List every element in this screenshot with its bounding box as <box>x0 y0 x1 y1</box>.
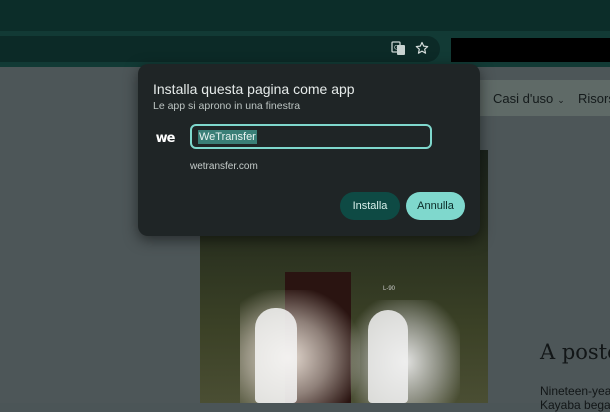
address-bar[interactable] <box>0 36 440 62</box>
dialog-title: Installa questa pagina come app <box>153 81 355 97</box>
install-button[interactable]: Installa <box>340 192 400 220</box>
app-url: wetransfer.com <box>190 161 258 172</box>
nav-item-label: Risors <box>578 91 610 106</box>
bookmark-star-icon[interactable] <box>413 39 431 57</box>
photo-figure <box>255 308 297 403</box>
app-name-input[interactable]: WeTransfer <box>190 124 432 149</box>
app-name-value: WeTransfer <box>198 129 257 144</box>
nav-item-label: Casi d'uso <box>493 91 554 106</box>
install-app-dialog: Installa questa pagina come app Le app s… <box>138 64 480 236</box>
article-headline: A poste <box>540 340 610 364</box>
wetransfer-logo-icon: we <box>152 129 178 147</box>
redacted-area <box>451 38 610 62</box>
article-body: Nineteen-year Kayaba bega <box>540 384 610 412</box>
dialog-subtitle: Le app si aprono in una finestra <box>153 100 301 112</box>
nav-item-casi-duso[interactable]: Casi d'uso ⌄ <box>493 91 565 106</box>
article-body-line: Kayaba bega <box>540 398 610 412</box>
nav-item-risorse[interactable]: Risors <box>578 91 610 106</box>
app-logo-text: we <box>155 130 176 146</box>
tab-strip <box>0 0 610 31</box>
cancel-button[interactable]: Annulla <box>406 192 465 220</box>
svg-text:G: G <box>394 44 399 51</box>
photo-figure <box>368 310 408 403</box>
chevron-down-icon: ⌄ <box>557 95 565 105</box>
photo-label: L-90 <box>383 286 396 292</box>
translate-icon[interactable]: G <box>389 39 407 57</box>
article-body-line: Nineteen-year <box>540 384 610 398</box>
